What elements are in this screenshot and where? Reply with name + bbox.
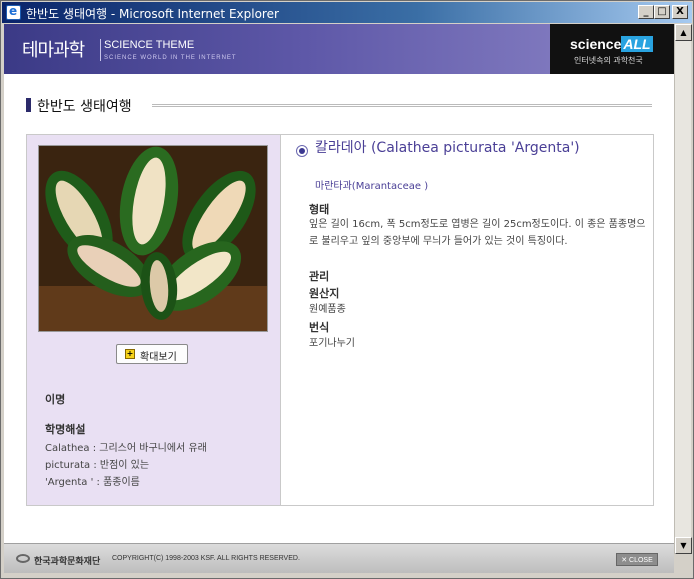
- etymology-label: 학명해설: [45, 423, 86, 436]
- title-bar[interactable]: 한반도 생태여행 - Microsoft Internet Explorer _…: [2, 2, 692, 23]
- section-title-care: 관리: [309, 270, 330, 283]
- page-title: 한반도 생태여행: [37, 99, 132, 115]
- banner-tagline: SCIENCE WORLD IN THE INTERNET: [104, 55, 237, 61]
- maximize-button[interactable]: □: [654, 5, 670, 19]
- ie-icon: [6, 4, 21, 20]
- close-button-label: CLOSE: [629, 557, 653, 564]
- banner-divider: [100, 39, 101, 61]
- window-title: 한반도 생태여행 - Microsoft Internet Explorer: [26, 7, 279, 21]
- org-name: 한국과학문화재단: [34, 557, 101, 567]
- page-header: 한반도 생태여행: [26, 96, 654, 115]
- brand-name: science: [570, 36, 622, 52]
- close-window-button[interactable]: X: [672, 5, 688, 19]
- close-button[interactable]: ✕ CLOSE: [616, 553, 658, 566]
- plant-details: 칼라데아 (Calathea picturata 'Argenta') 마란타과…: [293, 135, 649, 505]
- footer-bar: 한국과학문화재단 COPYRIGHT(C) 1998-2003 KSF. ALL…: [4, 543, 674, 573]
- zoom-button-label: 확대보기: [140, 352, 177, 363]
- minimize-button[interactable]: _: [638, 5, 654, 19]
- brand-accent: ALL: [621, 36, 653, 52]
- section-title-propagation: 번식: [309, 321, 330, 334]
- plant-family: 마란타과(Marantaceae ): [315, 181, 429, 192]
- section-body-origin: 원예품종: [309, 304, 346, 315]
- zoom-button[interactable]: + 확대보기: [116, 344, 188, 364]
- browser-window: 한반도 생태여행 - Microsoft Internet Explorer _…: [0, 0, 694, 579]
- section-body-shape: 잎은 길이 16cm, 폭 5cm정도로 엽병은 길이 25cm정도이다. 이 …: [309, 219, 646, 247]
- plant-name: 칼라데아 (Calathea picturata 'Argenta'): [315, 140, 580, 156]
- plus-icon: +: [125, 349, 135, 359]
- plant-photo: [38, 145, 268, 332]
- section-title-origin: 원산지: [309, 287, 340, 300]
- copyright-text: COPYRIGHT(C) 1998-2003 KSF. ALL RIGHTS R…: [112, 555, 300, 562]
- etymology-line: picturata : 반점이 있는: [45, 460, 150, 471]
- etymology-line: Calathea : 그리스어 바구니에서 유래: [45, 443, 207, 454]
- brand-slogan: 인터넷속의 과학천국: [574, 56, 643, 65]
- vertical-scrollbar[interactable]: ▲ ▼: [674, 24, 692, 554]
- theme-logo: 테마과학: [22, 40, 85, 61]
- bullet-icon: [296, 145, 308, 157]
- section-body-propagation: 포기나누기: [309, 338, 355, 349]
- alias-label: 이명: [45, 393, 66, 406]
- plant-side-panel: + 확대보기 이명 학명해설 Calathea : 그리스어 바구니에서 유래 …: [27, 135, 281, 505]
- banner-subtitle: SCIENCE THEME: [104, 39, 195, 51]
- scroll-down-icon[interactable]: ▼: [675, 537, 692, 554]
- header-banner: 테마과학 SCIENCE THEME SCIENCE WORLD IN THE …: [4, 24, 674, 74]
- ksf-logo-icon: [16, 554, 30, 563]
- heading-rule: [152, 104, 652, 107]
- heading-marker: [26, 98, 31, 112]
- scroll-up-icon[interactable]: ▲: [675, 24, 692, 41]
- page-viewport: 테마과학 SCIENCE THEME SCIENCE WORLD IN THE …: [4, 24, 674, 554]
- plant-card: + 확대보기 이명 학명해설 Calathea : 그리스어 바구니에서 유래 …: [26, 134, 654, 506]
- section-title-shape: 형태: [309, 203, 330, 216]
- etymology-line: 'Argenta ' : 품종이름: [45, 477, 140, 488]
- brand-logo[interactable]: science ALL 인터넷속의 과학천국: [550, 24, 674, 74]
